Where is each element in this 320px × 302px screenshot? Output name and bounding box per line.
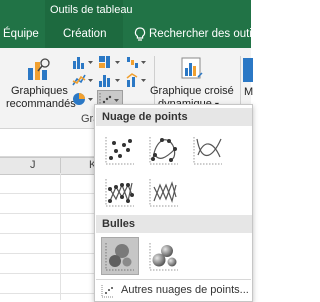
more-scatter-charts-label: Autres nuages de points... (121, 284, 249, 296)
bubble-3d-chart[interactable] (145, 237, 183, 275)
context-group-label: Outils de tableau (50, 4, 133, 16)
bubble-chart-icon (105, 243, 134, 271)
grid-line (0, 193, 97, 194)
scatter-markers-icon (105, 137, 134, 165)
recommended-label-1: Graphiques (11, 85, 68, 97)
maps-chart-icon (243, 58, 253, 82)
statistic-chart-button[interactable] (98, 72, 124, 88)
scatter-small-icon (101, 285, 114, 298)
combo-chart-icon (126, 73, 146, 87)
scatter-markers-only[interactable] (101, 131, 139, 169)
grid-line (0, 233, 97, 234)
section-bubbles-header: Bulles (96, 215, 252, 233)
pie-chart-icon (73, 93, 93, 105)
scatter-straight-lines-markers[interactable] (101, 173, 139, 211)
section-scatter-header: Nuage de points (96, 108, 252, 126)
tab-equipe[interactable]: Équipe (3, 21, 39, 48)
column-header-j[interactable]: J (30, 159, 36, 171)
grid-line (0, 293, 97, 294)
pivot-chart-icon (181, 57, 203, 79)
scatter-smooth-icon (193, 137, 222, 165)
recommended-label-2: recommandés (6, 98, 76, 110)
scatter-straight-markers-icon (105, 179, 134, 207)
bubble-chart[interactable] (101, 237, 139, 275)
more-scatter-charts-link[interactable]: Autres nuages de points... (96, 279, 251, 301)
grid-line (0, 253, 97, 254)
waterfall-chart-icon (127, 57, 146, 68)
tab-creation[interactable]: Création (63, 21, 106, 48)
scatter-smooth-lines[interactable] (189, 131, 227, 169)
pivot-chart-button[interactable]: Graphique croisé dynamique ▾ (150, 54, 238, 110)
pie-chart-button[interactable] (72, 90, 96, 108)
hierarchy-chart-button[interactable] (98, 54, 124, 70)
statistic-chart-icon (99, 75, 120, 87)
maps-label: M (244, 86, 254, 98)
column-chart-button[interactable] (72, 54, 96, 70)
line-chart-button[interactable] (72, 72, 96, 88)
recommended-charts-icon (28, 58, 50, 80)
tell-me-search[interactable]: Rechercher des outils a (149, 21, 270, 48)
line-chart-icon (72, 74, 93, 86)
recommended-charts-button[interactable]: Graphiques recommandés (6, 54, 76, 110)
grid-line (0, 273, 97, 274)
scatter-chart-gallery: Nuage de points Bulles Autres nuages de … (94, 104, 253, 302)
scatter-smooth-lines-markers[interactable] (145, 131, 183, 169)
column-chart-icon (73, 57, 93, 69)
lightbulb-icon (134, 27, 146, 46)
scatter-straight-lines[interactable] (145, 173, 183, 211)
waterfall-chart-button[interactable] (126, 54, 148, 70)
scatter-straight-icon (149, 179, 178, 207)
combo-chart-button[interactable] (126, 72, 148, 88)
scatter-smooth-markers-icon (149, 137, 178, 165)
hierarchy-chart-icon (99, 56, 120, 68)
column-divider (60, 157, 61, 173)
bubble-3d-icon (149, 243, 178, 271)
grid-line (0, 213, 97, 214)
pivot-label-1: Graphique croisé (150, 85, 234, 97)
